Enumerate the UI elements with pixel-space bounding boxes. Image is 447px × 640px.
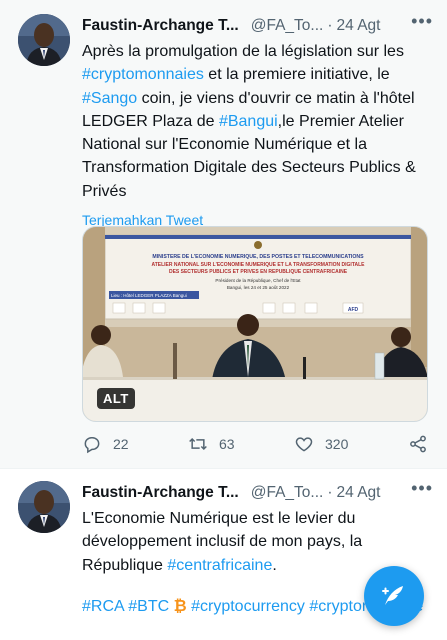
avatar[interactable]: [18, 14, 70, 66]
separator-dot: ·: [327, 17, 333, 34]
hashtag-link[interactable]: #cryptomonnaies: [82, 66, 204, 83]
share-icon: [410, 435, 426, 453]
tweet-text: L'Economie Numérique est le levier du dé…: [82, 507, 433, 577]
share-button[interactable]: [408, 434, 428, 454]
retweet-icon: [189, 437, 207, 451]
avatar[interactable]: [18, 481, 70, 533]
hashtag-link[interactable]: #centrafricaine: [167, 557, 272, 574]
compose-tweet-button[interactable]: [364, 566, 424, 626]
hashtag-link[interactable]: #Bangui: [219, 113, 278, 130]
tweet-text-segment: .: [272, 556, 277, 574]
venue-label: Lieu : Hôtel LEDGER PLAZZA Bangui: [111, 293, 187, 298]
alt-text-badge[interactable]: ALT: [97, 388, 135, 409]
hashtag-link[interactable]: #BTC: [128, 598, 169, 615]
tweet-header: Faustin-Archange T... @FA_To... · 24 Agt…: [82, 478, 433, 503]
tweet-actions: 22 63 320: [82, 434, 428, 456]
banner-line: ATELIER NATIONAL SUR L'ECONOMIE NUMERIQU…: [151, 262, 365, 268]
tweet-body: Faustin-Archange T... @FA_To... · 24 Agt…: [82, 11, 433, 228]
tweet-photo[interactable]: MINISTERE DE L'ECONOMIE NUMERIQUE, DES P…: [82, 226, 428, 422]
hashtag-link[interactable]: #RCA: [82, 598, 124, 615]
tweet-header: Faustin-Archange T... @FA_To... · 24 Agt…: [82, 11, 433, 36]
reply-button[interactable]: 22: [82, 434, 129, 454]
timestamp[interactable]: 24 Agt: [337, 16, 381, 36]
author-handle[interactable]: @FA_To...: [251, 483, 324, 503]
logo-label: AFD: [348, 307, 359, 313]
like-button[interactable]: 320: [294, 434, 348, 454]
author-name[interactable]: Faustin-Archange T...: [82, 16, 239, 36]
comment-bubble-icon: [84, 437, 100, 454]
hashtag-link[interactable]: #cryptocurrency: [191, 598, 305, 615]
like-count: 320: [325, 436, 349, 452]
reply-count: 22: [113, 436, 129, 452]
timestamp[interactable]: 24 Agt: [337, 483, 381, 503]
banner-line: MINISTERE DE L'ECONOMIE NUMERIQUE, DES P…: [152, 254, 364, 260]
tweet[interactable]: Faustin-Archange T... @FA_To... · 24 Agt…: [0, 0, 447, 468]
more-dots-icon[interactable]: •••: [411, 478, 433, 498]
banner-line: Président de la République, Chef de l'Et…: [215, 278, 301, 283]
bitcoin-icon: ₿: [169, 597, 192, 615]
tweet-text-segment: Après la promulgation de la législation …: [82, 43, 404, 60]
retweet-button[interactable]: 63: [188, 434, 235, 454]
banner-line: DES SECTEURS PUBLICS ET PRIVES EN REPUBL…: [169, 269, 348, 275]
heart-icon: [295, 437, 313, 452]
retweet-count: 63: [219, 436, 235, 452]
banner-line: Bangui, les 24 et 25 août 2022: [227, 285, 290, 290]
hashtag-link[interactable]: #Sango: [82, 90, 137, 107]
author-name[interactable]: Faustin-Archange T...: [82, 483, 239, 503]
more-dots-icon[interactable]: •••: [411, 11, 433, 31]
compose-tweet-icon: [382, 586, 403, 605]
author-handle[interactable]: @FA_To...: [251, 16, 324, 36]
separator-dot: ·: [327, 484, 333, 501]
tweet-text-segment: et la premiere initiative, le: [203, 66, 390, 84]
tweet-text: Après la promulgation de la législation …: [82, 40, 433, 203]
